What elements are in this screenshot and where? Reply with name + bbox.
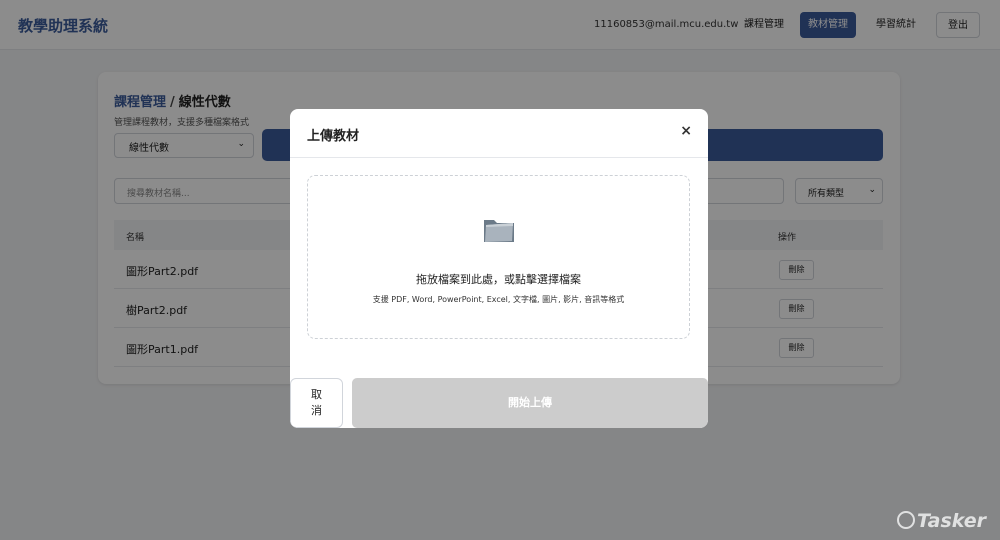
file-dropzone[interactable]: 拖放檔案到此處，或點擊選擇檔案 支援 PDF, Word, PowerPoint…	[307, 175, 690, 339]
cancel-button[interactable]: 取消	[290, 378, 343, 428]
tasker-logo-icon	[896, 511, 915, 529]
cancel-button-label: 取消	[311, 388, 322, 417]
modal-divider	[290, 157, 708, 158]
dropzone-main-text: 拖放檔案到此處，或點擊選擇檔案	[416, 273, 581, 286]
modal-title: 上傳教材	[307, 129, 360, 144]
upload-modal: 上傳教材 × 拖放檔案到此處，或點擊選擇檔案 支援 PDF, Word, Pow…	[290, 109, 708, 428]
start-upload-button[interactable]: 開始上傳	[352, 378, 708, 428]
watermark: Tasker	[896, 510, 986, 532]
folder-icon	[484, 220, 514, 242]
dropzone-sub-text: 支援 PDF, Word, PowerPoint, Excel, 文字檔, 圖片…	[372, 295, 625, 304]
close-icon[interactable]: ×	[680, 123, 692, 139]
watermark-text: Tasker	[916, 510, 986, 532]
